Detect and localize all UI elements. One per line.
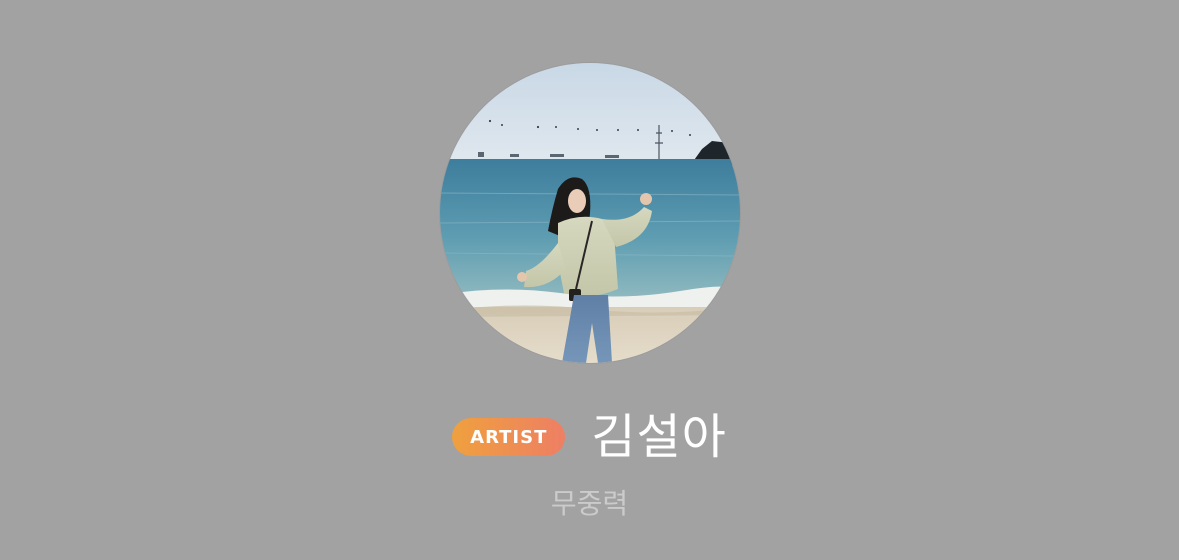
artist-badge: ARTIST: [452, 418, 566, 456]
group-name[interactable]: 무중력: [0, 484, 1179, 524]
artist-profile-card: ARTIST 김설아 무중력: [0, 0, 1179, 560]
profile-photo-icon: [440, 63, 740, 363]
artist-name: 김설아: [591, 409, 727, 465]
name-row: ARTIST 김설아: [0, 404, 1179, 470]
avatar[interactable]: [440, 63, 740, 363]
